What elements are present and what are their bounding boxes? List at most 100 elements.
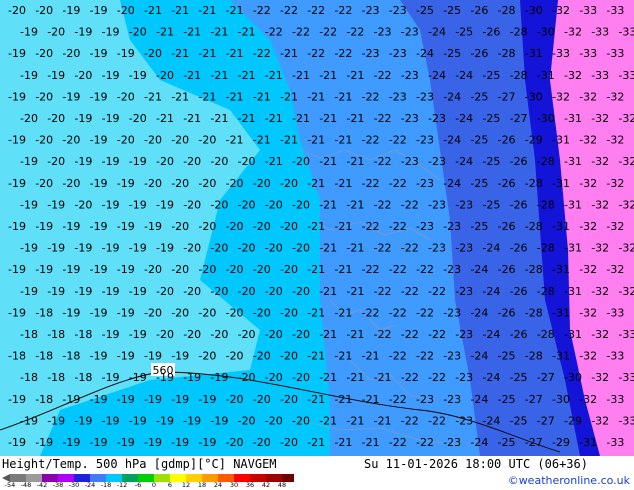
temperature-value: -19: [90, 177, 108, 190]
temperature-value: -20: [171, 263, 189, 276]
temperature-value: -25: [510, 371, 528, 384]
temperature-value: -20: [198, 263, 216, 276]
temperature-value: -22: [374, 285, 392, 298]
temperature-value: -19: [20, 26, 38, 39]
temperature-value: -24: [455, 155, 473, 168]
temperature-value: -25: [470, 220, 488, 233]
site-credit[interactable]: ©weatheronline.co.uk: [508, 474, 630, 487]
temperature-value: -23: [443, 306, 461, 319]
temperature-value: -31: [564, 112, 582, 125]
temperature-value: -18: [35, 393, 53, 406]
temperature-value: -22: [389, 177, 407, 190]
temperature-value: -19: [117, 306, 135, 319]
temperature-value: -20: [183, 242, 201, 255]
temperature-value: -19: [47, 414, 65, 427]
temperature-value: -23: [443, 393, 461, 406]
temperature-value: -19: [8, 177, 26, 190]
temperature-value: -19: [47, 285, 65, 298]
temperature-value: -32: [591, 328, 609, 341]
temperature-value: -22: [401, 371, 419, 384]
temperature-value: -18: [8, 350, 26, 363]
temperature-value: -30: [537, 112, 555, 125]
temperature-value: -22: [416, 263, 434, 276]
temperature-value: -28: [525, 306, 543, 319]
temperature-value: -21: [210, 112, 228, 125]
temperature-value: -19: [62, 306, 80, 319]
temperature-value: -25: [470, 134, 488, 147]
temperature-value: -24: [443, 134, 461, 147]
temperature-value: -19: [62, 90, 80, 103]
temperature-value: -21: [334, 263, 352, 276]
temperature-value: -21: [226, 134, 244, 147]
temperature-value: -23: [455, 414, 473, 427]
temperature-value: -19: [156, 198, 174, 211]
temperature-value: -20: [74, 69, 92, 82]
temperature-value: -19: [183, 414, 201, 427]
temperature-value: -20: [171, 177, 189, 190]
temperature-value: -19: [90, 306, 108, 319]
temperature-value: -22: [401, 242, 419, 255]
scale-label: 24: [214, 481, 222, 487]
temperature-value: -21: [292, 69, 310, 82]
temperature-value: -20: [35, 90, 53, 103]
temperature-value: -31: [564, 328, 582, 341]
temperature-value: -23: [401, 26, 419, 39]
temperature-value: -19: [8, 393, 26, 406]
temperature-value: -20: [280, 177, 298, 190]
valid-time: Su 11-01-2026 18:00 UTC (06+36): [364, 457, 588, 471]
temperature-value: -22: [307, 47, 325, 60]
temperature-value: -19: [210, 414, 228, 427]
scale-label: 42: [262, 481, 270, 487]
temperature-value: -22: [428, 328, 446, 341]
temperature-value: -22: [374, 242, 392, 255]
temperature-value: -21: [307, 393, 325, 406]
temperature-value: -19: [8, 134, 26, 147]
temperature-value: -20: [47, 26, 65, 39]
temperature-value: -20: [117, 4, 135, 17]
temperature-value: -21: [334, 306, 352, 319]
scale-label: -48: [21, 481, 32, 487]
temperature-value: -20: [253, 436, 271, 449]
temperature-value: -18: [20, 371, 38, 384]
temperature-value: -23: [374, 26, 392, 39]
temperature-value: -27: [525, 393, 543, 406]
temperature-value: -30: [525, 4, 543, 17]
temperature-value: -21: [144, 4, 162, 17]
temperature-value: -23: [455, 198, 473, 211]
temperature-value: -20: [253, 350, 271, 363]
temperature-value: -21: [319, 242, 337, 255]
temperature-value: -28: [510, 26, 528, 39]
temperature-value: -21: [319, 112, 337, 125]
temperature-value: -20: [226, 177, 244, 190]
temperature-value: -21: [346, 198, 364, 211]
temperature-value: -19: [144, 393, 162, 406]
temperature-value: -28: [498, 47, 516, 60]
temperature-value: -25: [482, 155, 500, 168]
temperature-value: -20: [292, 414, 310, 427]
temperature-value: -32: [606, 90, 624, 103]
temperature-value: -21: [362, 436, 380, 449]
temperature-value: -19: [8, 263, 26, 276]
map-title: Height/Temp. 500 hPa [gdmp][°C] NAVGEM: [2, 457, 277, 471]
temperature-value: -20: [74, 198, 92, 211]
temperature-value: -23: [455, 371, 473, 384]
temperature-value: -19: [62, 263, 80, 276]
temperature-value: -23: [416, 177, 434, 190]
temperature-value: -24: [482, 414, 500, 427]
temperature-value: -24: [416, 47, 434, 60]
temperature-value: -32: [591, 371, 609, 384]
temperature-value: -19: [47, 242, 65, 255]
temperature-value: -24: [428, 69, 446, 82]
temperature-value: -19: [102, 285, 120, 298]
temperature-value: -24: [443, 90, 461, 103]
temperature-value: -20: [144, 306, 162, 319]
temperature-value: -21: [346, 112, 364, 125]
temperature-value: -21: [198, 47, 216, 60]
temperature-value: -19: [102, 328, 120, 341]
temperature-value: -20: [117, 90, 135, 103]
temperature-value: -21: [346, 371, 364, 384]
temperature-value: -20: [292, 328, 310, 341]
temperature-value: -29: [564, 414, 582, 427]
temperature-value: -23: [455, 242, 473, 255]
temperature-value: -33: [579, 47, 597, 60]
